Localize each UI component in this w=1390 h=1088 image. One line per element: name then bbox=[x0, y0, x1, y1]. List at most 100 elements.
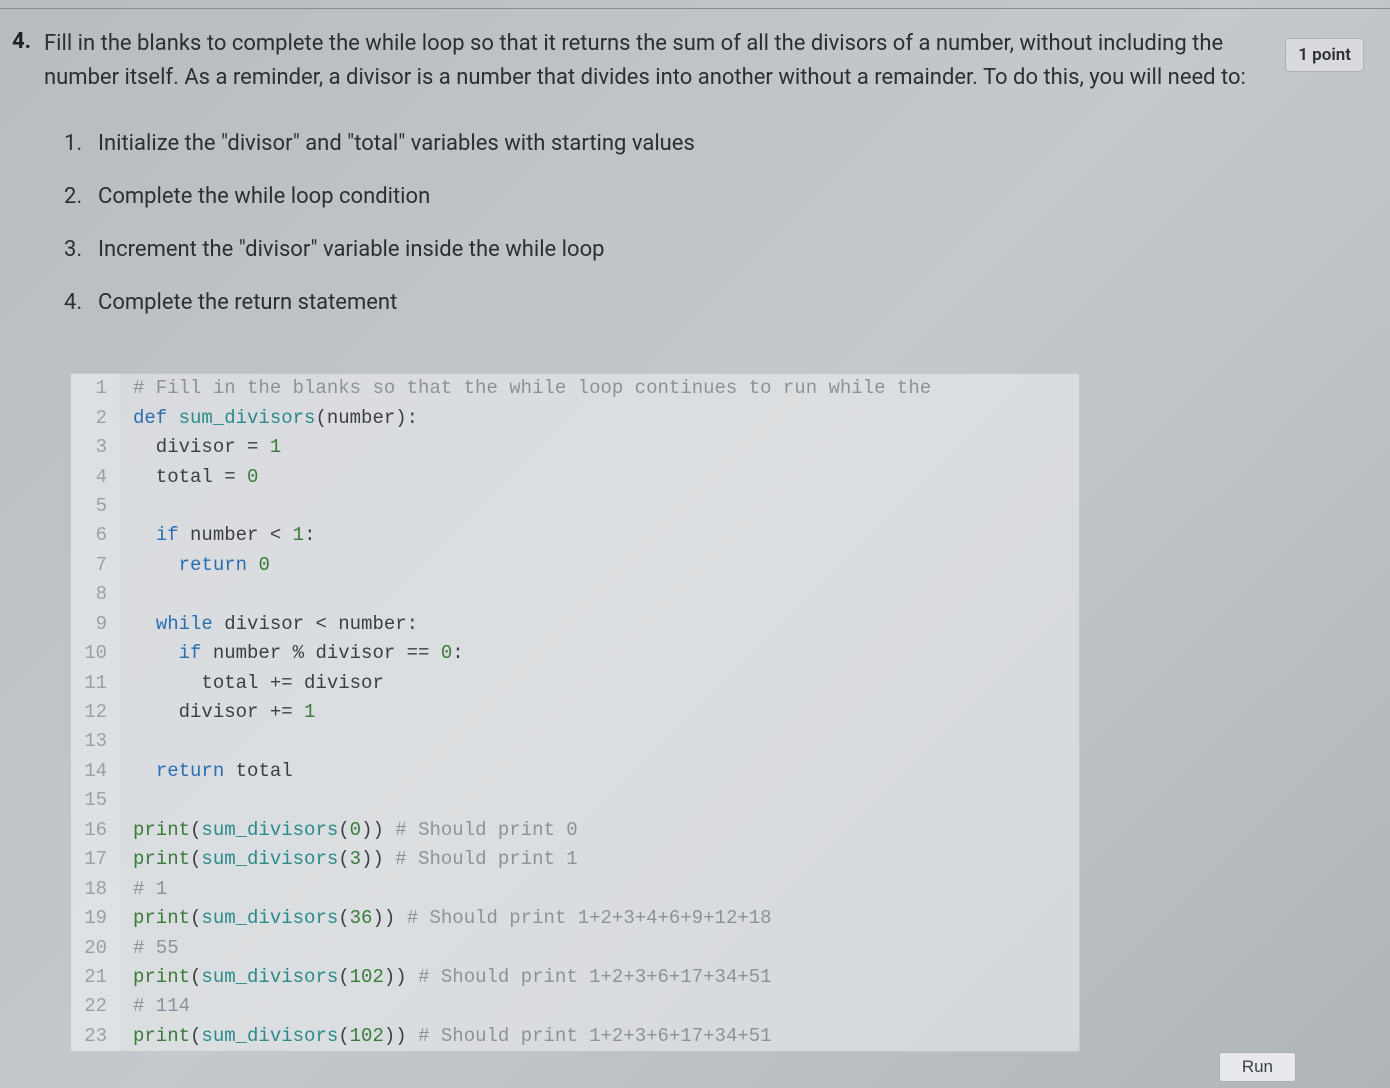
code-token: )) bbox=[384, 966, 418, 988]
code-line[interactable]: 12 divisor += 1 bbox=[71, 698, 1079, 727]
code-line[interactable]: 16print(sum_divisors(0)) # Should print … bbox=[71, 816, 1079, 845]
code-content[interactable] bbox=[119, 492, 133, 521]
points-badge: 1 point bbox=[1285, 38, 1364, 72]
code-line[interactable]: 6 if number < 1: bbox=[71, 521, 1079, 550]
line-number: 7 bbox=[71, 551, 119, 580]
code-content[interactable]: # 114 bbox=[119, 992, 190, 1021]
code-token: )) bbox=[361, 848, 395, 870]
question-prompt: Fill in the blanks to complete the while… bbox=[44, 27, 1246, 95]
code-content[interactable]: while divisor < number: bbox=[119, 610, 418, 639]
code-token: sum_divisors bbox=[179, 407, 316, 429]
code-line[interactable]: 19print(sum_divisors(36)) # Should print… bbox=[71, 904, 1079, 933]
code-content[interactable]: print(sum_divisors(102)) # Should print … bbox=[119, 1022, 772, 1051]
code-content[interactable]: # Fill in the blanks so that the while l… bbox=[119, 374, 931, 403]
code-token: ( bbox=[338, 819, 349, 841]
code-token: number < bbox=[190, 524, 293, 546]
line-number: 3 bbox=[71, 433, 119, 462]
line-number: 21 bbox=[71, 963, 119, 992]
code-line[interactable]: 18# 1 bbox=[71, 875, 1079, 904]
code-content[interactable] bbox=[119, 580, 133, 609]
code-line[interactable]: 14 return total bbox=[71, 757, 1079, 786]
code-content[interactable]: if number < 1: bbox=[119, 521, 315, 550]
code-line[interactable]: 22# 114 bbox=[71, 992, 1079, 1021]
code-token: # Should print 1+2+3+6+17+34+51 bbox=[418, 966, 771, 988]
line-number: 6 bbox=[71, 521, 119, 550]
code-token: 0 bbox=[441, 642, 452, 664]
code-token: print bbox=[133, 819, 190, 841]
code-token: 1 bbox=[304, 701, 315, 723]
question-step: 3.Increment the "divisor" variable insid… bbox=[64, 237, 1246, 262]
line-number: 16 bbox=[71, 816, 119, 845]
run-button[interactable]: Run bbox=[1219, 1052, 1296, 1082]
code-line[interactable]: 15 bbox=[71, 786, 1079, 815]
code-token: 3 bbox=[350, 848, 361, 870]
code-content[interactable]: if number % divisor == 0: bbox=[119, 639, 464, 668]
line-number: 22 bbox=[71, 992, 119, 1021]
code-token: print bbox=[133, 966, 190, 988]
code-line[interactable]: 11 total += divisor bbox=[71, 669, 1079, 698]
code-line[interactable]: 23print(sum_divisors(102)) # Should prin… bbox=[71, 1022, 1079, 1051]
code-line[interactable]: 9 while divisor < number: bbox=[71, 610, 1079, 639]
code-content[interactable]: print(sum_divisors(102)) # Should print … bbox=[119, 963, 772, 992]
code-line[interactable]: 4 total = 0 bbox=[71, 463, 1079, 492]
code-content[interactable]: print(sum_divisors(0)) # Should print 0 bbox=[119, 816, 578, 845]
line-number: 10 bbox=[71, 639, 119, 668]
code-token: sum_divisors bbox=[201, 819, 338, 841]
code-token: ( bbox=[338, 848, 349, 870]
code-token: ( bbox=[190, 848, 201, 870]
code-content[interactable]: divisor = 1 bbox=[119, 433, 281, 462]
code-content[interactable]: total += divisor bbox=[119, 669, 384, 698]
code-line[interactable]: 21print(sum_divisors(102)) # Should prin… bbox=[71, 963, 1079, 992]
code-content[interactable]: divisor += 1 bbox=[119, 698, 315, 727]
code-token: )) bbox=[361, 819, 395, 841]
code-token: if bbox=[179, 642, 213, 664]
line-number: 12 bbox=[71, 698, 119, 727]
code-line[interactable]: 8 bbox=[71, 580, 1079, 609]
code-line[interactable]: 17print(sum_divisors(3)) # Should print … bbox=[71, 845, 1079, 874]
code-content[interactable] bbox=[119, 786, 133, 815]
code-content[interactable] bbox=[119, 727, 133, 756]
line-number: 18 bbox=[71, 875, 119, 904]
code-token: divisor < number: bbox=[224, 613, 418, 635]
code-content[interactable]: total = 0 bbox=[119, 463, 258, 492]
code-line[interactable]: 20# 55 bbox=[71, 934, 1079, 963]
code-token: divisor = bbox=[133, 436, 270, 458]
line-number: 4 bbox=[71, 463, 119, 492]
code-token: 1 bbox=[270, 436, 281, 458]
code-token: sum_divisors bbox=[201, 907, 338, 929]
code-editor[interactable]: 1 # Fill in the blanks so that the while … bbox=[70, 373, 1080, 1052]
code-content[interactable]: def sum_divisors(number): bbox=[119, 404, 418, 433]
line-number: 13 bbox=[71, 727, 119, 756]
code-line[interactable]: 5 bbox=[71, 492, 1079, 521]
code-token: )) bbox=[372, 907, 406, 929]
code-line[interactable]: 13 bbox=[71, 727, 1079, 756]
code-content[interactable]: print(sum_divisors(36)) # Should print 1… bbox=[119, 904, 772, 933]
code-token: if bbox=[156, 524, 190, 546]
step-number: 4. bbox=[64, 290, 98, 315]
code-token: ( bbox=[190, 1025, 201, 1047]
code-token: ( bbox=[190, 907, 201, 929]
line-number: 19 bbox=[71, 904, 119, 933]
question-steps-list: 1.Initialize the "divisor" and "total" v… bbox=[44, 131, 1246, 315]
code-line[interactable]: 10 if number % divisor == 0: bbox=[71, 639, 1079, 668]
code-line[interactable]: 7 return 0 bbox=[71, 551, 1079, 580]
code-token bbox=[133, 760, 156, 782]
line-number: 17 bbox=[71, 845, 119, 874]
code-token: number % divisor == bbox=[213, 642, 441, 664]
question-number: 4. bbox=[8, 27, 44, 54]
line-number: 2 bbox=[71, 404, 119, 433]
code-line[interactable]: 2def sum_divisors(number): bbox=[71, 404, 1079, 433]
code-token: divisor += bbox=[133, 701, 304, 723]
code-line[interactable]: 3 divisor = 1 bbox=[71, 433, 1079, 462]
code-content[interactable]: # 1 bbox=[119, 875, 167, 904]
code-token: def bbox=[133, 407, 179, 429]
code-content[interactable]: print(sum_divisors(3)) # Should print 1 bbox=[119, 845, 578, 874]
code-content[interactable]: # 55 bbox=[119, 934, 179, 963]
code-content[interactable]: return 0 bbox=[119, 551, 270, 580]
code-content[interactable]: return total bbox=[119, 757, 293, 786]
code-line[interactable]: 1# Fill in the blanks so that the while … bbox=[71, 374, 1079, 403]
code-token: 0 bbox=[258, 554, 269, 576]
question-step: 1.Initialize the "divisor" and "total" v… bbox=[64, 131, 1246, 156]
step-number: 2. bbox=[64, 184, 98, 209]
code-token: )) bbox=[384, 1025, 418, 1047]
